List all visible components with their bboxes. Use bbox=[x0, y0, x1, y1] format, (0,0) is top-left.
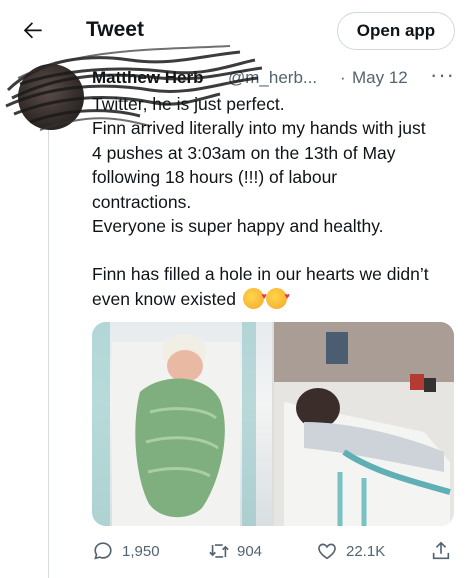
reply-icon bbox=[94, 542, 112, 560]
more-options-icon[interactable]: ··· bbox=[430, 62, 455, 88]
reply-count: 1,950 bbox=[122, 543, 160, 560]
retweet-icon bbox=[209, 544, 229, 558]
tweet-line: Finn has filled a hole in our hearts we … bbox=[92, 264, 429, 285]
newborn-photo[interactable] bbox=[92, 322, 272, 526]
tweet-date[interactable]: May 12 bbox=[352, 68, 408, 88]
tweet-line-last: even know existed bbox=[92, 284, 462, 311]
back-arrow-icon[interactable] bbox=[20, 17, 46, 43]
author-name[interactable]: Matthew Herb bbox=[92, 68, 203, 88]
hospital-bed-photo[interactable] bbox=[274, 322, 454, 526]
header-separator: · bbox=[340, 68, 346, 87]
tweet-line: Finn arrived literally into my hands wit… bbox=[92, 118, 426, 139]
share-icon bbox=[432, 541, 450, 560]
top-bar: Tweet Open app bbox=[0, 0, 474, 62]
tweet-line: Twitter, he is just perfect. bbox=[92, 94, 285, 114]
tweet-line-text: even know existed bbox=[92, 288, 236, 309]
media-grid bbox=[92, 322, 454, 526]
like-count: 22.1K bbox=[346, 543, 386, 560]
tweet-line: following 18 hours (!!!) of labour bbox=[92, 167, 338, 188]
avatar[interactable] bbox=[18, 64, 84, 130]
tweet-line: Everyone is super happy and healthy. bbox=[92, 216, 384, 237]
retweet-button[interactable]: 904 bbox=[207, 540, 277, 564]
tweet-line: contractions. bbox=[92, 191, 192, 212]
heart-icon bbox=[318, 543, 336, 560]
smiling-face-with-hearts-icon bbox=[242, 284, 267, 309]
tweet-text: Twitter, he is just perfect. Finn arrive… bbox=[92, 92, 462, 311]
smiling-face-with-hearts-icon bbox=[265, 284, 290, 309]
tweet-line: 4 pushes at 3:03am on the 13th of May bbox=[92, 142, 396, 163]
open-app-button[interactable]: Open app bbox=[337, 12, 455, 50]
retweet-count: 904 bbox=[237, 543, 263, 560]
page-title: Tweet bbox=[86, 18, 144, 41]
author-handle[interactable]: @m_herb... bbox=[228, 68, 317, 88]
like-button[interactable]: 22.1K bbox=[316, 540, 396, 564]
thread-line bbox=[48, 118, 49, 578]
reply-button[interactable]: 1,950 bbox=[92, 540, 172, 564]
share-button[interactable] bbox=[430, 540, 454, 564]
tweet-actions: 1,950 904 22.1K bbox=[0, 536, 474, 570]
